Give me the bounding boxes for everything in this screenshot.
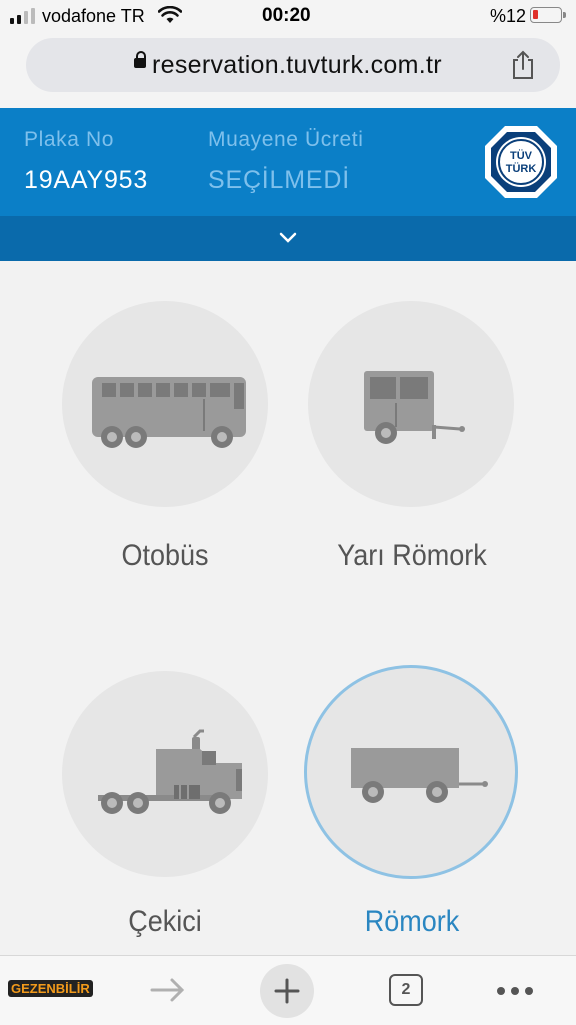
- vehicle-circle: [62, 671, 268, 877]
- header-toggle[interactable]: [0, 216, 576, 261]
- vehicle-label: Yarı Römork: [337, 539, 487, 572]
- plus-icon: [274, 978, 300, 1004]
- tabs-count: 2: [401, 981, 411, 998]
- vehicle-circle: [62, 301, 268, 507]
- carrier-name: vodafone TR: [42, 6, 145, 26]
- tuvturk-logo: TÜV TÜRK: [485, 126, 557, 198]
- vehicle-label: Çekici: [128, 905, 202, 938]
- battery-icon: [530, 7, 566, 23]
- signal-icon: [10, 8, 35, 24]
- vehicle-option-tractor[interactable]: Çekici: [0, 601, 288, 955]
- clock: 00:20: [262, 5, 311, 26]
- forward-arrow-icon[interactable]: [150, 976, 186, 1004]
- plate-value: 19AAY953: [24, 166, 149, 194]
- semi-trailer-icon: [364, 371, 465, 444]
- vehicle-label-selected: Römork: [364, 905, 460, 938]
- wifi-icon: [158, 6, 182, 23]
- status-bar: vodafone TR 00:20 %12: [0, 0, 576, 32]
- reservation-header: Plaka No 19AAY953 Muayene Ücreti SEÇİLME…: [0, 108, 576, 216]
- vehicle-option-semi-trailer[interactable]: Yarı Römork: [288, 261, 576, 601]
- vehicle-circle-selected: [304, 665, 518, 879]
- fee-value: SEÇİLMEDİ: [208, 166, 350, 194]
- bus-icon: [92, 377, 246, 448]
- battery-percent: %12: [490, 6, 527, 26]
- logo-text-bottom: TÜRK: [506, 162, 537, 175]
- vehicle-option-bus[interactable]: Otobüs: [0, 261, 288, 601]
- plate-label: Plaka No: [24, 128, 115, 151]
- tractor-truck-icon: [98, 729, 242, 814]
- browser-toolbar: GEZENBİLİR 2: [0, 955, 576, 1025]
- vehicle-label: Otobüs: [121, 539, 209, 572]
- address-bar[interactable]: reservation.tuvturk.com.tr: [26, 38, 560, 92]
- trailer-icon: [351, 748, 488, 803]
- vehicle-circle: [308, 301, 514, 507]
- chevron-down-icon: [279, 232, 297, 243]
- vehicle-type-grid: Otobüs Yarı Römork Çekici Römork: [0, 261, 576, 955]
- watermark-logo: GEZENBİLİR: [8, 980, 93, 997]
- fee-label: Muayene Ücreti: [208, 128, 364, 151]
- logo-text-top: TÜV: [510, 149, 533, 162]
- vehicle-option-trailer[interactable]: Römork: [288, 601, 576, 955]
- more-icon[interactable]: [496, 986, 534, 996]
- lock-icon: [134, 51, 146, 68]
- browser-chrome: reservation.tuvturk.com.tr: [0, 32, 576, 108]
- url-text: reservation.tuvturk.com.tr: [152, 51, 442, 79]
- tabs-button[interactable]: 2: [389, 974, 423, 1006]
- new-tab-button[interactable]: [260, 964, 314, 1018]
- share-icon[interactable]: [510, 50, 536, 80]
